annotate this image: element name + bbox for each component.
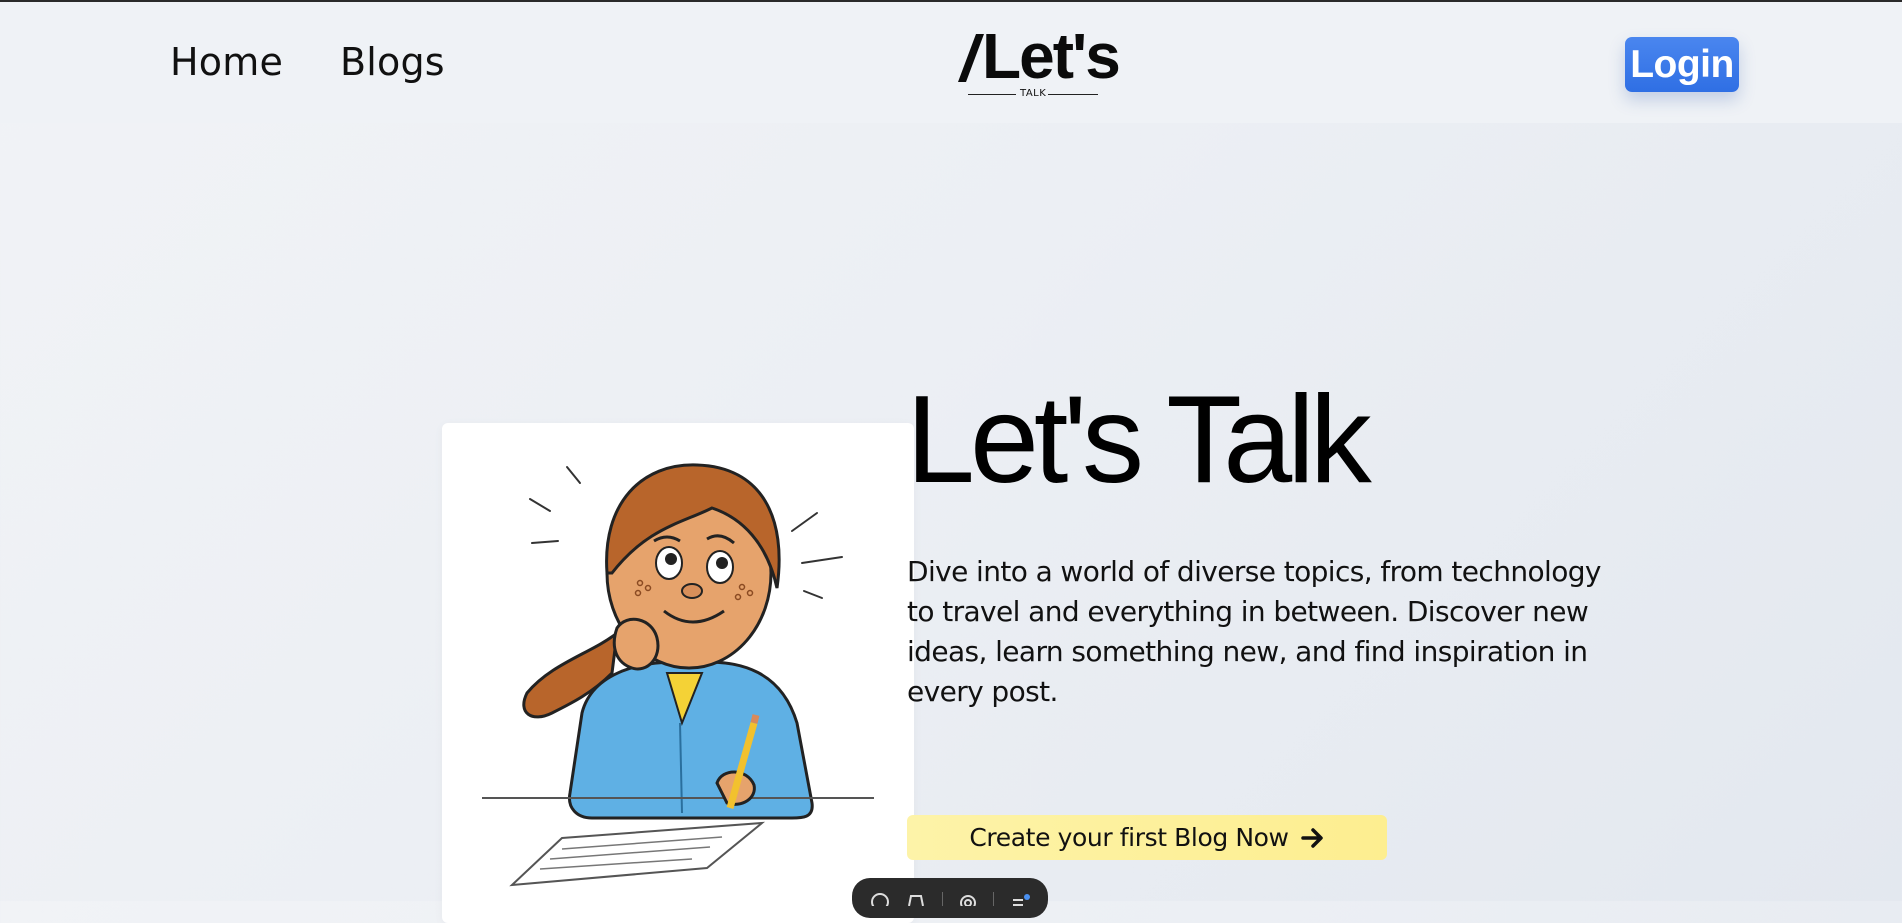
site-logo[interactable]: Let's TALK [958,24,1121,104]
toolbar-divider [941,892,943,906]
logo-text: Let's [982,20,1121,92]
hero-description: Dive into a world of diverse topics, fro… [907,555,1601,708]
nav-home-link[interactable]: Home [170,40,283,84]
nav-blogs-link[interactable]: Blogs [340,40,445,84]
eye-icon[interactable] [957,892,979,911]
logo-subtext: TALK [1020,88,1047,99]
create-blog-button[interactable]: Create your first Blog Now [907,815,1387,860]
logo-divider-left [968,94,1016,95]
hero-title: Let's Talk [906,371,1372,509]
girl-thinking-illustration-icon [482,463,874,887]
toolbar-divider [993,892,995,906]
top-navbar: Home Blogs Let's TALK Login [0,2,1902,123]
login-button[interactable]: Login [1625,37,1739,92]
chat-bubble-icon[interactable] [869,892,891,911]
arrow-right-icon [1300,827,1325,849]
hero-illustration-card [442,423,914,923]
floating-toolbar [852,878,1048,918]
menu-notification-icon[interactable] [1009,892,1031,906]
folder-icon[interactable] [905,892,927,907]
logo-divider-right [1048,94,1098,95]
create-blog-button-label: Create your first Blog Now [969,823,1289,852]
